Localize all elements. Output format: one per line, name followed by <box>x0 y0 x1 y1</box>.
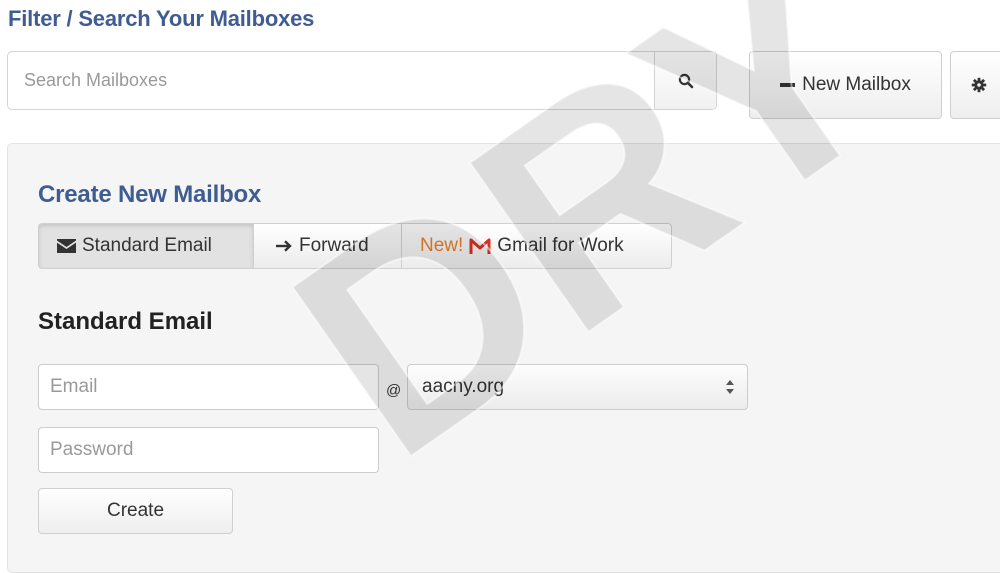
search-input[interactable] <box>8 52 656 109</box>
search-icon <box>678 73 693 88</box>
page-title: Filter / Search Your Mailboxes <box>8 6 315 31</box>
envelope-icon <box>57 239 76 253</box>
gear-icon <box>971 77 987 93</box>
standard-email-title: Standard Email <box>38 308 213 335</box>
new-mailbox-button[interactable]: New Mailbox <box>749 51 942 119</box>
create-mailbox-title: Create New Mailbox <box>38 181 262 208</box>
tab-forward-label: Forward <box>299 235 369 256</box>
tab-standard-email-label: Standard Email <box>82 235 212 256</box>
new-badge: New! <box>420 235 464 256</box>
create-button-label: Create <box>106 500 165 521</box>
at-sign: @ <box>386 382 402 399</box>
search-box <box>7 51 717 110</box>
tab-gmail-label: Gmail for Work <box>497 235 624 256</box>
domain-select-value: aacny.org <box>422 376 505 397</box>
mailbox-type-tabs: Standard Email Forward New! Gmail for Wo… <box>38 223 672 269</box>
search-button[interactable] <box>654 52 716 109</box>
tab-gmail-for-work[interactable]: New! Gmail for Work <box>401 223 672 269</box>
tab-forward[interactable]: Forward <box>253 223 402 269</box>
create-button[interactable]: Create <box>38 488 233 534</box>
select-arrows-icon <box>726 380 734 394</box>
tab-standard-email[interactable]: Standard Email <box>38 223 254 269</box>
gmail-icon <box>469 238 491 254</box>
domain-select[interactable]: aacny.org <box>407 364 748 410</box>
settings-button[interactable] <box>950 51 1000 119</box>
arrow-right-icon <box>276 240 292 252</box>
password-field[interactable] <box>38 427 379 473</box>
new-mailbox-label: New Mailbox <box>802 74 911 95</box>
minus-icon <box>780 83 796 87</box>
email-field[interactable] <box>38 364 379 410</box>
